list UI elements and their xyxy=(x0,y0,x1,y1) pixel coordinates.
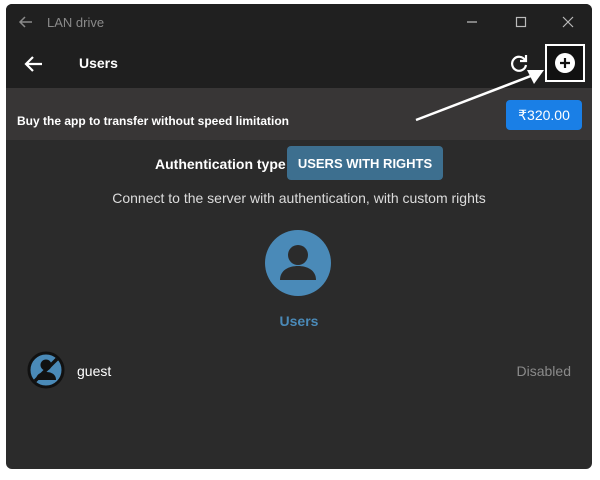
auth-description: Connect to the server with authenticatio… xyxy=(112,190,486,206)
window-title: LAN drive xyxy=(47,15,105,30)
user-disabled-icon xyxy=(27,351,65,389)
add-circle-icon xyxy=(555,53,575,73)
user-list-item[interactable]: guest Disabled xyxy=(6,347,592,391)
back-arrow-icon[interactable] xyxy=(22,52,46,76)
minimize-icon[interactable] xyxy=(462,12,482,32)
auth-type-selector[interactable]: USERS WITH RIGHTS xyxy=(287,146,443,180)
title-bar: LAN drive xyxy=(6,4,592,40)
promo-banner: Buy the app to transfer without speed li… xyxy=(6,88,592,140)
refresh-icon[interactable] xyxy=(507,52,531,76)
user-status: Disabled xyxy=(516,363,571,379)
page-title: Users xyxy=(79,55,118,71)
user-name: guest xyxy=(77,363,112,379)
buy-price-button[interactable]: ₹320.00 xyxy=(506,100,582,130)
app-bar: Users xyxy=(6,40,592,88)
promo-text: Buy the app to transfer without speed li… xyxy=(17,114,290,128)
add-user-button[interactable] xyxy=(545,44,585,82)
user-group-icon xyxy=(265,230,331,296)
auth-type-row: Authentication type USERS WITH RIGHTS xyxy=(6,146,592,182)
maximize-icon[interactable] xyxy=(511,12,531,32)
users-section-label: Users xyxy=(279,313,319,329)
app-window: LAN drive Users Buy the app to transfer … xyxy=(6,4,592,469)
window-back-icon[interactable] xyxy=(16,12,36,32)
close-icon[interactable] xyxy=(558,12,578,32)
auth-type-label: Authentication type xyxy=(155,156,286,172)
